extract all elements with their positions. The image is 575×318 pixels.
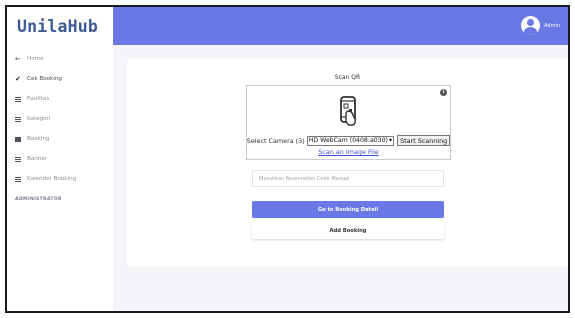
sidebar-item-fasilitas[interactable]: Fasilitas (7, 89, 113, 109)
camera-select-row: Select Camera (3) HD WebCam (0408:a030) … (246, 135, 451, 146)
app-logo[interactable]: UnilaHub (7, 7, 113, 45)
chevron-down-icon: ▾ (388, 137, 393, 144)
sidebar-item-label: Kategori (27, 116, 51, 122)
sidebar-menu: ← Home ✔ Cek Booking Fasilitas Kategori … (7, 49, 113, 189)
info-icon[interactable]: i (440, 89, 447, 96)
building-icon (15, 96, 27, 102)
phone-scan-icon (340, 96, 356, 126)
sidebar-item-label: Booking (27, 136, 50, 142)
calendar-icon (15, 176, 27, 182)
user-menu[interactable]: Admin (521, 16, 560, 35)
sidebar-item-home[interactable]: ← Home (7, 49, 113, 69)
scan-image-file-link[interactable]: Scan an Image File (247, 148, 450, 156)
user-name: Admin (544, 22, 560, 29)
image-icon (15, 156, 27, 162)
camera-select[interactable]: HD WebCam (0408:a030) ▾ (306, 135, 395, 146)
sidebar-item-label: Cek Booking (27, 76, 62, 82)
sidebar: UnilaHub ← Home ✔ Cek Booking Fasilitas … (7, 7, 113, 311)
sidebar-item-label: Fasilitas (27, 96, 50, 102)
check-icon: ✔ (15, 75, 21, 83)
topbar: Admin (113, 7, 568, 45)
sidebar-section-label: ADMINISTRATOR (15, 197, 62, 202)
book-icon (15, 136, 27, 142)
sidebar-item-cek-booking[interactable]: ✔ Cek Booking (7, 69, 113, 89)
sidebar-item-label: Kalender Booking (27, 176, 77, 182)
sidebar-item-banner[interactable]: Banner (7, 149, 113, 169)
list-icon (15, 116, 27, 122)
booking-check-card: Scan QR i Select Camera (3) HD WebCam (0… (127, 59, 568, 267)
sidebar-item-label: Home (27, 56, 44, 62)
go-to-booking-detail-button[interactable]: Go to Booking Detail (252, 201, 444, 218)
avatar-icon (521, 16, 541, 35)
sidebar-item-label: Banner (27, 156, 48, 162)
qr-scanner-region: i Select Camera (3) HD WebCam (0408:a030… (246, 85, 451, 160)
camera-select-label: Select Camera (3) (246, 136, 305, 145)
add-booking-button[interactable]: Add Booking (252, 222, 444, 239)
sidebar-item-kategori[interactable]: Kategori (7, 109, 113, 129)
arrow-left-icon: ← (15, 55, 21, 63)
sidebar-item-booking[interactable]: Booking (7, 129, 113, 149)
sidebar-item-kalender-booking[interactable]: Kalender Booking (7, 169, 113, 189)
scanner-title: Scan QR (334, 74, 361, 81)
camera-select-value: HD WebCam (0408:a030) (308, 137, 388, 144)
reservation-code-input[interactable]: Masukkan Reservation Code Manual (252, 170, 444, 187)
start-scanning-button[interactable]: Start Scanning (397, 135, 451, 146)
app-frame: UnilaHub ← Home ✔ Cek Booking Fasilitas … (5, 5, 570, 313)
